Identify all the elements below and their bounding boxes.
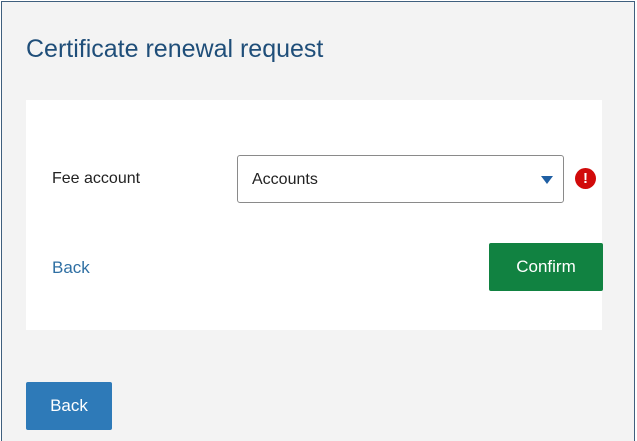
fee-account-selected-value: Accounts [252, 171, 318, 188]
error-icon: ! [575, 168, 596, 189]
page-title: Certificate renewal request [26, 35, 324, 63]
app-frame: Certificate renewal request Fee account … [1, 1, 635, 441]
fee-account-select[interactable]: Accounts [237, 155, 564, 203]
form-card: Fee account Accounts ! Back Confirm [26, 100, 603, 330]
fee-account-label: Fee account [52, 170, 141, 187]
back-link[interactable]: Back [52, 258, 90, 278]
back-button[interactable]: Back [26, 382, 112, 430]
chevron-down-icon [541, 176, 553, 184]
confirm-button[interactable]: Confirm [489, 243, 603, 291]
